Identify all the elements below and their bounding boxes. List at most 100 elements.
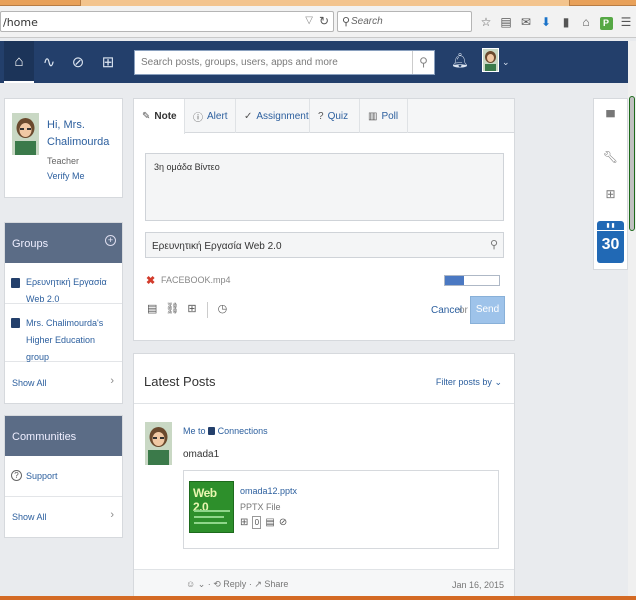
post-recipients: Me to Connections	[183, 426, 268, 436]
file-type: PPTX File	[240, 502, 281, 512]
reading-list-icon[interactable]: ▤	[496, 12, 516, 32]
document-icon[interactable]: ▤	[265, 517, 274, 528]
poll-icon: ▥	[368, 110, 378, 122]
tab-assignment-label: Assignment	[256, 110, 309, 122]
note-icon: ✎	[142, 111, 151, 122]
community-label[interactable]: Support	[26, 468, 120, 485]
notifications-icon[interactable]: 🔔︎	[451, 52, 469, 69]
file-name-link[interactable]: omada12.pptx	[240, 486, 297, 496]
reload-icon[interactable]: ↻	[319, 14, 329, 28]
search-icon[interactable]: ⚲	[412, 51, 434, 74]
message-text: 3η ομάδα Βίντεο	[154, 162, 220, 172]
post-body: omada1	[183, 449, 220, 460]
tab-poll[interactable]: ▥ Poll	[360, 99, 408, 133]
communities-show-all-link[interactable]: Show All	[12, 512, 47, 522]
file-attachment-card[interactable]: Web 2.0 omada12.pptx PPTX File ⊞ 0 ▤ ⊘	[183, 470, 499, 549]
composer-tabs: ✎ Note ⓘ Alert ✓ Assignment ? Quiz ▥ Poll	[134, 99, 514, 134]
share-button[interactable]: ↗ Share	[254, 579, 288, 589]
calendar-icon[interactable]: ▮ ▮ 30	[597, 221, 624, 263]
tab-alert[interactable]: ⓘ Alert	[185, 99, 236, 133]
taskbar-strip	[0, 596, 636, 600]
post-to-text: to	[198, 426, 206, 436]
home-icon[interactable]: ⌂	[4, 41, 34, 83]
page-scrollbar[interactable]	[628, 41, 636, 600]
remove-attachment-icon[interactable]: ✖	[146, 274, 155, 287]
library-icon[interactable]: ▮	[556, 12, 576, 32]
profile-role: Teacher	[47, 156, 80, 166]
discover-icon[interactable]: ⊘	[63, 41, 93, 83]
library-icon[interactable]: ⊞	[187, 302, 196, 318]
activity-icon[interactable]: ∿	[34, 41, 64, 83]
post-author-avatar[interactable]	[145, 422, 172, 465]
send-button[interactable]: Send	[470, 296, 505, 324]
tab-note[interactable]: ✎ Note	[134, 99, 185, 134]
apps-grid-icon[interactable]: ⊞	[594, 179, 627, 209]
global-search-input[interactable]: Search posts, groups, users, apps and mo…	[134, 50, 435, 75]
attach-link-icon[interactable]: ⛓	[165, 302, 179, 318]
communities-title: Communities	[12, 431, 77, 443]
home-icon[interactable]: ⌂	[576, 12, 596, 32]
add-to-library-icon[interactable]: ⊞	[240, 517, 248, 528]
backpack-icon[interactable]: ⊞	[93, 41, 123, 83]
app-navbar: ⌂ ∿ ⊘ ⊞ Search posts, groups, users, app…	[0, 41, 628, 83]
group-item[interactable]: Mrs. Chalimourda's Higher Education grou…	[5, 304, 122, 362]
user-avatar[interactable]	[482, 48, 499, 72]
reply-button[interactable]: ⟲ Reply	[213, 579, 246, 589]
url-text: /home	[3, 16, 38, 29]
history-dropdown-icon[interactable]: ▽	[305, 15, 313, 26]
browser-search-placeholder: Search	[351, 16, 383, 27]
verify-me-link[interactable]: Verify Me	[47, 171, 85, 181]
chevron-right-icon[interactable]: ›	[110, 375, 114, 387]
scrollbar-thumb[interactable]	[629, 96, 635, 231]
filter-posts-dropdown[interactable]: Filter posts by ⌄	[436, 377, 502, 388]
library-count: 0	[252, 516, 262, 529]
planner-icon[interactable]: ▀	[594, 102, 627, 132]
groups-title: Groups	[12, 238, 49, 250]
url-bar[interactable]: /home ▽ ↻	[0, 11, 334, 32]
menu-icon[interactable]: ☰	[616, 12, 636, 32]
chevron-down-icon: ⌄	[494, 377, 502, 387]
tab-poll-label: Poll	[381, 110, 399, 122]
group-label[interactable]: Mrs. Chalimourda's Higher Education grou…	[26, 315, 120, 366]
latest-posts-header: Latest Posts Filter posts by ⌄	[134, 354, 514, 404]
browser-search-box[interactable]: ⚲ Search	[337, 11, 472, 32]
browser-toolbar: /home ▽ ↻ ⚲ Search ☆ ▤ ✉ ⬇ ▮ ⌂ P ☰	[0, 6, 636, 38]
star-icon[interactable]: ☆	[476, 12, 496, 32]
share-file-icon[interactable]: ⊘	[279, 517, 287, 528]
chevron-down-icon[interactable]: ⌄	[502, 57, 510, 68]
groups-header: Groups +	[5, 223, 122, 263]
message-textarea[interactable]: 3η ομάδα Βίντεο	[145, 153, 504, 221]
share-icon: ↗	[254, 579, 262, 589]
download-icon[interactable]: ⬇	[536, 12, 556, 32]
global-search-placeholder: Search posts, groups, users, apps and mo…	[141, 57, 338, 68]
recipient-input[interactable]: Ερευνητική Εργασία Web 2.0 ⚲	[145, 232, 504, 258]
post-sender-link[interactable]: Me	[183, 426, 196, 436]
schedule-icon[interactable]: ◷	[218, 302, 228, 318]
or-text: or	[459, 305, 468, 316]
chevron-right-icon[interactable]: ›	[110, 509, 114, 521]
tab-quiz[interactable]: ? Quiz	[310, 99, 360, 133]
mail-icon[interactable]: ✉	[516, 12, 536, 32]
search-icon[interactable]: ⚲	[490, 238, 498, 251]
extension-icon[interactable]: P	[596, 12, 616, 32]
thumbnail-line	[194, 510, 230, 512]
assignment-icon: ✓	[244, 110, 253, 122]
help-icon: ?	[11, 470, 22, 481]
cancel-button[interactable]: Cancel	[431, 305, 462, 316]
communities-header: Communities	[5, 416, 122, 456]
community-item[interactable]: ? Support	[5, 456, 122, 497]
group-item[interactable]: Ερευνητική Εργασία Web 2.0	[5, 263, 122, 304]
groups-show-all-link[interactable]: Show All	[12, 378, 47, 388]
thumbnail-line	[194, 516, 224, 518]
tab-assignment[interactable]: ✓ Assignment	[236, 99, 310, 133]
recipient-value: Ερευνητική Εργασία Web 2.0	[152, 241, 282, 252]
group-label[interactable]: Ερευνητική Εργασία Web 2.0	[26, 274, 120, 308]
wrench-icon[interactable]: 🔧︎	[594, 142, 627, 172]
file-thumbnail[interactable]: Web 2.0	[189, 481, 234, 533]
post-recipient-link[interactable]: Connections	[218, 426, 268, 436]
attach-file-icon[interactable]: ▤	[147, 302, 157, 318]
avatar[interactable]	[12, 113, 39, 155]
profile-greeting[interactable]: Hi, Mrs. Chalimourda	[47, 117, 119, 151]
add-group-icon[interactable]: +	[105, 235, 116, 246]
reaction-icon[interactable]: ☺ ⌄	[186, 579, 205, 589]
